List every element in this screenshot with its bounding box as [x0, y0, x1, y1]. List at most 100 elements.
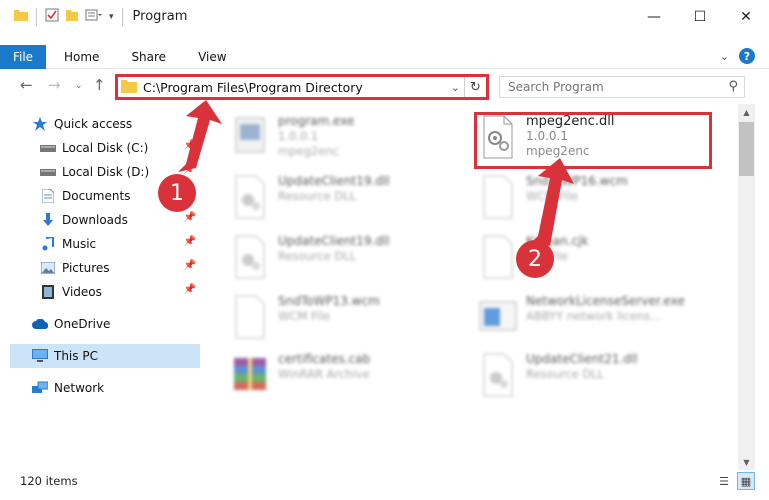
search-icon[interactable]: ⚲ — [728, 79, 738, 94]
refresh-icon[interactable]: ↻ — [464, 77, 486, 97]
archive-icon — [234, 358, 266, 390]
file-type: Resource DLL — [278, 249, 357, 263]
quick-access-toolbar: ▾ — [0, 0, 125, 33]
new-folder-icon[interactable] — [65, 8, 79, 25]
toolbar-divider — [121, 7, 123, 26]
up-arrow-icon[interactable]: ↑ — [93, 76, 106, 94]
scroll-up-icon[interactable]: ▲ — [738, 104, 755, 120]
file-type: WCM File — [278, 309, 331, 323]
sidebar-item-label: Local Disk (C:) — [62, 141, 149, 155]
status-bar: 120 items ☰ ▦ — [0, 470, 769, 492]
chevron-down-icon[interactable]: ⌄ — [451, 81, 460, 94]
list-item[interactable]: UpdateClient19.dll Resource DLL — [230, 234, 390, 280]
vertical-scrollbar[interactable]: ▲ ▼ — [738, 104, 755, 470]
list-item[interactable]: UpdateClient19.dll Resource DLL — [230, 174, 390, 220]
search-box[interactable]: ⚲ — [499, 76, 745, 98]
ribbon-tabs: File Home Share View ⌄ ? — [0, 44, 769, 69]
expand-ribbon-icon[interactable]: ⌄ — [720, 50, 729, 63]
file-name: UpdateClient19.dll — [278, 174, 390, 188]
sidebar-item-this-pc[interactable]: This PC — [10, 344, 200, 368]
sidebar-item-label: Network — [54, 381, 105, 395]
file-icon — [483, 235, 513, 279]
file-icon — [483, 175, 513, 219]
file-name: certificates.cab — [278, 352, 371, 366]
pictures-icon — [40, 260, 56, 276]
file-type: ABBYY network licens... — [526, 309, 662, 323]
navigation-bar: ← → ⌄ ↑ C:\Program Files\Program Directo… — [0, 74, 769, 100]
sidebar-item-label: Videos — [62, 285, 102, 299]
file-type: Resource DLL — [278, 189, 357, 203]
scroll-down-icon[interactable]: ▼ — [738, 454, 755, 470]
tab-home[interactable]: Home — [46, 50, 113, 64]
list-item[interactable]: program.exe 1.0.0.1 mpeg2enc — [230, 114, 354, 160]
list-item[interactable]: SndToWP13.wcm WCM File — [230, 294, 380, 340]
list-item[interactable]: certificates.cab WinRAR Archive — [230, 352, 370, 398]
tiles-view-icon[interactable]: ▦ — [737, 472, 755, 490]
sidebar-item-label: Downloads — [62, 213, 128, 227]
tab-view[interactable]: View — [180, 50, 240, 64]
sidebar-item-label: Music — [62, 237, 97, 251]
navigation-pane: Quick access Local Disk (C:) 📌 Local Dis… — [0, 104, 205, 466]
address-bar[interactable]: C:\Program Files\Program Directory ⌄ ↻ — [115, 74, 489, 100]
list-item[interactable]: UpdateClient21.dll Resource DLL — [478, 352, 638, 398]
sidebar-item-label: Quick access — [54, 117, 133, 131]
recent-locations-icon[interactable]: ⌄ — [75, 81, 83, 91]
forward-arrow-icon[interactable]: → — [48, 76, 61, 94]
drive-icon — [40, 164, 56, 180]
close-button[interactable]: ✕ — [723, 0, 769, 33]
app-icon — [479, 301, 517, 331]
pin-icon[interactable]: 📌 — [184, 140, 196, 151]
details-view-icon[interactable]: ☰ — [715, 472, 733, 490]
sidebar-item-label: Documents — [62, 189, 131, 203]
properties-icon[interactable] — [45, 8, 59, 25]
file-description: mpeg2enc — [278, 144, 339, 158]
file-name: UpdateClient19.dll — [278, 234, 390, 248]
sidebar-item-local-disk-c[interactable]: Local Disk (C:) 📌 — [40, 136, 200, 160]
exe-icon — [235, 117, 265, 153]
help-icon[interactable]: ? — [739, 48, 755, 64]
videos-icon — [40, 284, 56, 300]
scrollbar-thumb[interactable] — [739, 122, 754, 176]
folder-icon — [14, 8, 28, 25]
maximize-button[interactable]: ☐ — [677, 0, 723, 33]
file-type: WinRAR Archive — [278, 367, 370, 381]
sidebar-item-music[interactable]: Music 📌 — [40, 232, 200, 256]
customize-toolbar-icon[interactable]: ▾ — [109, 12, 114, 22]
file-name: NetworkLicenseServer.exe — [526, 294, 685, 308]
sidebar-item-videos[interactable]: Videos 📌 — [40, 280, 200, 304]
cloud-icon — [32, 316, 48, 332]
file-version: 1.0.0.1 — [278, 129, 319, 143]
back-arrow-icon[interactable]: ← — [20, 76, 33, 94]
file-name: SndToWP16.wcm — [526, 174, 628, 188]
minimize-button[interactable]: — — [631, 0, 677, 33]
pin-icon[interactable]: 📌 — [184, 236, 196, 247]
pin-icon[interactable]: 📌 — [184, 284, 196, 295]
tab-share[interactable]: Share — [113, 50, 180, 64]
step-2-badge: 2 — [516, 240, 554, 278]
computer-icon — [32, 348, 48, 364]
list-item[interactable]: SndToWP16.wcm WCM File — [478, 174, 628, 220]
documents-icon — [40, 188, 56, 204]
star-icon — [32, 116, 48, 132]
highlight-box — [474, 112, 712, 169]
sidebar-item-onedrive[interactable]: OneDrive — [32, 312, 232, 336]
music-icon — [40, 236, 56, 252]
window-controls: — ☐ ✕ — [631, 0, 769, 33]
sidebar-item-pictures[interactable]: Pictures 📌 — [40, 256, 200, 280]
sidebar-item-quick-access[interactable]: Quick access — [32, 112, 232, 136]
downloads-icon — [40, 212, 56, 228]
file-name: program.exe — [278, 114, 355, 128]
pin-icon[interactable]: 📌 — [184, 212, 196, 223]
tab-file[interactable]: File — [0, 44, 46, 69]
sidebar-item-network[interactable]: Network — [32, 376, 232, 400]
item-count: 120 items — [20, 474, 78, 488]
sidebar-item-label: This PC — [54, 349, 98, 363]
file-name: UpdateClient21.dll — [526, 352, 638, 366]
search-input[interactable] — [500, 77, 710, 97]
pin-icon[interactable]: 📌 — [184, 164, 196, 175]
list-item[interactable]: NetworkLicenseServer.exe ABBYY network l… — [478, 294, 685, 340]
pin-icon[interactable]: 📌 — [184, 260, 196, 271]
view-options-icon[interactable] — [85, 8, 103, 25]
dll-icon — [235, 235, 265, 279]
file-icon — [235, 295, 265, 339]
